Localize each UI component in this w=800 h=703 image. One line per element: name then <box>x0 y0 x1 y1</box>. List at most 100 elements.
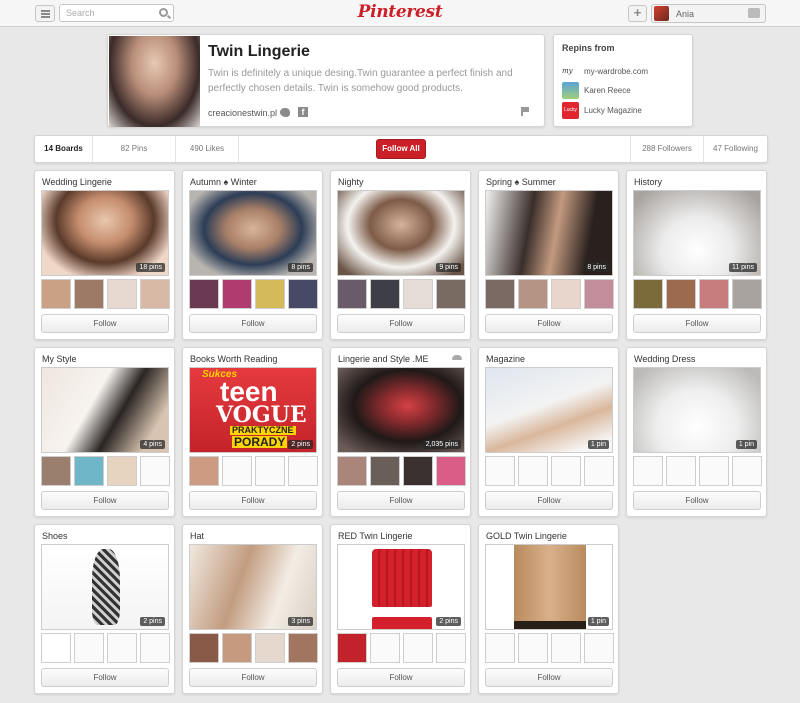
board-cover-image[interactable]: 2 pins <box>41 544 169 630</box>
tab-following[interactable]: 47 Following <box>703 136 767 162</box>
follow-board-button[interactable]: Follow <box>633 314 761 333</box>
board-thumbnail[interactable] <box>666 279 696 309</box>
board-cover-image[interactable]: 1 pin <box>633 367 761 453</box>
board-thumbnail[interactable] <box>222 279 252 309</box>
board-thumbnail[interactable] <box>584 279 614 309</box>
follow-board-button[interactable]: Follow <box>485 314 613 333</box>
board-cover-image[interactable]: 9 pins <box>337 190 465 276</box>
board-cover-image[interactable]: 4 pins <box>41 367 169 453</box>
board-thumbnail[interactable] <box>337 456 367 486</box>
board-cover-image[interactable]: 1 pin <box>485 367 613 453</box>
board-thumbnail[interactable] <box>288 279 318 309</box>
board-title[interactable]: My Style <box>42 354 77 364</box>
board-title[interactable]: Shoes <box>42 531 68 541</box>
board-title[interactable]: Spring ♠ Summer <box>486 177 556 187</box>
board-thumbnail[interactable] <box>255 633 285 663</box>
board-thumbnail[interactable] <box>370 456 400 486</box>
board-cover-image[interactable]: 2,035 pins <box>337 367 465 453</box>
board-cover-image[interactable]: 2 pins <box>337 544 465 630</box>
user-menu[interactable]: Ania <box>651 4 766 23</box>
board-thumbnail[interactable] <box>107 279 137 309</box>
board-card[interactable]: Lingerie and Style .ME 2,035 pins Follow <box>330 347 471 517</box>
board-thumbnail[interactable] <box>189 279 219 309</box>
board-thumbnail[interactable] <box>41 279 71 309</box>
profile-website-link[interactable]: creacionestwin.pl · <box>208 108 283 118</box>
follow-board-button[interactable]: Follow <box>189 668 317 687</box>
board-thumbnail[interactable] <box>732 279 762 309</box>
board-title[interactable]: RED Twin Lingerie <box>338 531 412 541</box>
board-card[interactable]: Magazine 1 pin Follow <box>478 347 619 517</box>
board-cover-image[interactable]: 1 pin <box>485 544 613 630</box>
tab-pins[interactable]: 82 Pins <box>93 136 176 162</box>
board-cover-image[interactable]: 3 pins <box>189 544 317 630</box>
follow-all-button[interactable]: Follow All <box>376 139 426 159</box>
board-title[interactable]: History <box>634 177 662 187</box>
board-card[interactable]: Shoes 2 pins Follow <box>34 524 175 694</box>
board-thumbnail[interactable] <box>222 633 252 663</box>
board-thumbnail[interactable] <box>189 456 219 486</box>
board-thumbnail[interactable] <box>74 456 104 486</box>
board-thumbnail[interactable] <box>337 279 367 309</box>
board-title[interactable]: Magazine <box>486 354 525 364</box>
board-card[interactable]: Wedding Dress 1 pin Follow <box>626 347 767 517</box>
follow-board-button[interactable]: Follow <box>485 668 613 687</box>
board-title[interactable]: Wedding Lingerie <box>42 177 112 187</box>
repin-item[interactable]: my my-wardrobe.com <box>562 63 687 80</box>
board-card[interactable]: RED Twin Lingerie 2 pins Follow <box>330 524 471 694</box>
board-cover-image[interactable]: 11 pins <box>633 190 761 276</box>
follow-board-button[interactable]: Follow <box>41 668 169 687</box>
board-thumbnail[interactable] <box>485 279 515 309</box>
report-flag-icon[interactable] <box>521 107 529 116</box>
board-card[interactable]: Nighty 9 pins Follow <box>330 170 471 340</box>
add-pin-button[interactable]: + <box>628 5 647 22</box>
board-thumbnail[interactable] <box>633 279 663 309</box>
repin-item[interactable]: Karen Reece <box>562 82 687 99</box>
board-title[interactable]: Lingerie and Style .ME <box>338 354 429 364</box>
follow-board-button[interactable]: Follow <box>41 314 169 333</box>
board-thumbnail[interactable] <box>107 456 137 486</box>
board-card[interactable]: Wedding Lingerie 18 pins Follow <box>34 170 175 340</box>
board-cover-image[interactable]: 8 pins <box>485 190 613 276</box>
tab-followers[interactable]: 288 Followers <box>630 136 703 162</box>
follow-board-button[interactable]: Follow <box>189 491 317 510</box>
board-card[interactable]: History 11 pins Follow <box>626 170 767 340</box>
tab-boards[interactable]: 14 Boards <box>35 136 93 162</box>
board-title[interactable]: Books Worth Reading <box>190 354 277 364</box>
board-card[interactable]: Autumn ♠ Winter 8 pins Follow <box>182 170 323 340</box>
twitter-icon[interactable] <box>280 108 290 117</box>
tab-likes[interactable]: 490 Likes <box>176 136 239 162</box>
follow-board-button[interactable]: Follow <box>485 491 613 510</box>
facebook-icon[interactable]: f <box>298 107 308 117</box>
board-thumbnail[interactable] <box>436 279 466 309</box>
board-thumbnail[interactable] <box>436 456 466 486</box>
board-card[interactable]: Spring ♠ Summer 8 pins Follow <box>478 170 619 340</box>
follow-board-button[interactable]: Follow <box>633 491 761 510</box>
follow-board-button[interactable]: Follow <box>337 491 465 510</box>
board-cover-image[interactable]: Sukces teen VOGUE PRAKTYCZNE PORADY 2 pins <box>189 367 317 453</box>
board-thumbnail[interactable] <box>518 279 548 309</box>
follow-board-button[interactable]: Follow <box>337 668 465 687</box>
board-thumbnail[interactable] <box>255 279 285 309</box>
notifications-icon[interactable] <box>748 8 760 18</box>
board-thumbnail[interactable] <box>74 279 104 309</box>
board-card[interactable]: Hat 3 pins Follow <box>182 524 323 694</box>
board-thumbnail[interactable] <box>288 633 318 663</box>
board-title[interactable]: Nighty <box>338 177 364 187</box>
board-cover-image[interactable]: 8 pins <box>189 190 317 276</box>
board-thumbnail[interactable] <box>337 633 367 663</box>
board-card[interactable]: Books Worth Reading Sukces teen VOGUE PRAKTY… <box>182 347 323 517</box>
board-title[interactable]: Hat <box>190 531 204 541</box>
board-thumbnail[interactable] <box>189 633 219 663</box>
board-thumbnail[interactable] <box>140 279 170 309</box>
follow-board-button[interactable]: Follow <box>189 314 317 333</box>
board-thumbnail[interactable] <box>41 633 71 663</box>
board-thumbnail[interactable] <box>370 279 400 309</box>
board-title[interactable]: Wedding Dress <box>634 354 695 364</box>
board-thumbnail[interactable] <box>41 456 71 486</box>
follow-board-button[interactable]: Follow <box>337 314 465 333</box>
board-title[interactable]: GOLD Twin Lingerie <box>486 531 567 541</box>
follow-board-button[interactable]: Follow <box>41 491 169 510</box>
board-thumbnail[interactable] <box>403 279 433 309</box>
board-thumbnail[interactable] <box>403 456 433 486</box>
board-cover-image[interactable]: 18 pins <box>41 190 169 276</box>
